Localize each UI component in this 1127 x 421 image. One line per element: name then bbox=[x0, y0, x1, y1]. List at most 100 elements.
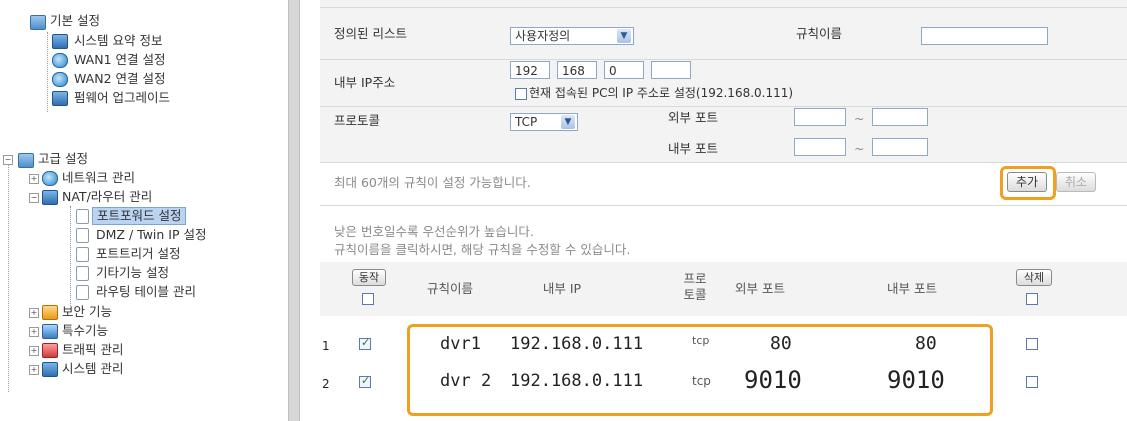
sidebar-item-label: 기타기능 설정 bbox=[96, 265, 169, 280]
priority-note: 낮은 번호일수록 우선순위가 높습니다. bbox=[334, 224, 534, 239]
chevron-down-icon: ▼ bbox=[617, 29, 631, 43]
rule-internal-ip: 192.168.0.111 bbox=[510, 334, 644, 354]
sidebar-item-label-selected: 포트포워드 설정 bbox=[92, 207, 187, 225]
navigation-tree: 기본 설정 시스템 요약 정보 WAN1 연결 설정 WAN2 연결 설정 펌웨… bbox=[0, 0, 288, 421]
rule-internal-ip: 192.168.0.111 bbox=[510, 371, 644, 391]
separator bbox=[320, 59, 1127, 60]
column-header-name: 규칙이름 bbox=[426, 281, 473, 296]
tree-line bbox=[47, 32, 48, 112]
column-header-protocol-1: 프로 bbox=[683, 271, 707, 286]
page-icon bbox=[76, 285, 89, 300]
traffic-icon bbox=[42, 343, 58, 358]
column-header-external-port: 외부 포트 bbox=[735, 281, 785, 296]
rule-name-label: 규칙이름 bbox=[796, 26, 843, 41]
defined-list-label: 정의된 리스트 bbox=[334, 26, 407, 41]
cancel-button[interactable]: 취소 bbox=[1056, 172, 1096, 192]
sidebar-item-label: 라우팅 테이블 관리 bbox=[96, 284, 196, 299]
protocol-select[interactable]: TCP ▼ bbox=[510, 113, 578, 131]
external-port-end-input[interactable] bbox=[872, 108, 928, 126]
tree-line bbox=[70, 206, 71, 306]
column-header-ip: 내부 IP bbox=[542, 281, 582, 296]
page-icon bbox=[76, 266, 89, 281]
internal-port-label: 내부 포트 bbox=[668, 141, 718, 156]
ip-octet-4[interactable] bbox=[651, 61, 691, 79]
firmware-icon bbox=[52, 91, 68, 106]
folder-icon bbox=[18, 153, 34, 168]
separator bbox=[320, 162, 1127, 163]
defined-list-select[interactable]: 사용자정의 ▼ bbox=[510, 27, 634, 45]
page-icon bbox=[76, 209, 89, 224]
expand-toggle[interactable]: + bbox=[29, 346, 39, 356]
internal-port-start-input[interactable] bbox=[794, 138, 846, 156]
range-separator: ~ bbox=[854, 111, 865, 126]
external-port-start-input[interactable] bbox=[794, 108, 846, 126]
page-icon bbox=[76, 228, 89, 243]
sidebar-item-label: 네트워크 관리 bbox=[62, 170, 135, 185]
delete-all-checkbox[interactable] bbox=[1026, 293, 1038, 305]
special-function-icon bbox=[42, 324, 58, 339]
sidebar-item-label: DMZ / Twin IP 설정 bbox=[96, 227, 207, 242]
sidebar-item-label: 특수기능 bbox=[62, 323, 109, 338]
ip-octet-2[interactable]: 168 bbox=[557, 61, 597, 79]
ip-octet-3[interactable]: 0 bbox=[604, 61, 644, 79]
sidebar-item-label: 보안 기능 bbox=[62, 304, 112, 319]
rule-external-port: 9010 bbox=[744, 366, 802, 394]
rule-external-port: 80 bbox=[770, 333, 792, 354]
tree-line bbox=[8, 160, 9, 392]
collapse-toggle[interactable]: − bbox=[3, 155, 13, 165]
sidebar-item-label: 시스템 관리 bbox=[62, 361, 124, 376]
form-background bbox=[320, 0, 1127, 162]
monitor-icon bbox=[52, 34, 68, 49]
collapse-toggle[interactable]: − bbox=[29, 193, 39, 203]
delete-button[interactable]: 삭제 bbox=[1016, 269, 1052, 286]
operate-all-button[interactable]: 동작 bbox=[352, 269, 386, 286]
tree-group-basic-label: 기본 설정 bbox=[50, 13, 100, 28]
tree-group-advanced-label: 고급 설정 bbox=[38, 151, 88, 166]
column-header-internal-port: 내부 포트 bbox=[887, 281, 937, 296]
sidebar-item-label: 포트트리거 설정 bbox=[96, 246, 181, 261]
row-number: 1 bbox=[322, 339, 330, 353]
select-all-checkbox[interactable] bbox=[362, 293, 374, 305]
expand-toggle[interactable]: + bbox=[29, 365, 39, 375]
use-current-pc-checkbox[interactable] bbox=[515, 88, 527, 100]
internal-port-end-input[interactable] bbox=[872, 138, 928, 156]
pane-divider[interactable] bbox=[288, 0, 300, 421]
ip-octet-1[interactable]: 192 bbox=[510, 61, 550, 79]
row-delete-checkbox[interactable] bbox=[1026, 338, 1038, 350]
network-icon bbox=[42, 171, 58, 186]
row-enable-checkbox[interactable] bbox=[359, 374, 371, 388]
router-icon bbox=[42, 190, 58, 205]
internal-ip-label: 내부 IP주소 bbox=[334, 75, 396, 90]
rule-name-input[interactable] bbox=[921, 27, 1048, 45]
rule-internal-port: 9010 bbox=[887, 366, 945, 394]
expand-toggle[interactable]: + bbox=[29, 308, 39, 318]
use-current-pc-label: 현재 접속된 PC의 IP 주소로 설정(192.168.0.111) bbox=[529, 86, 794, 100]
globe-icon bbox=[52, 72, 68, 87]
rule-name-link[interactable]: dvr1 bbox=[440, 334, 481, 354]
rule-protocol: tcp bbox=[692, 334, 710, 347]
range-separator: ~ bbox=[854, 141, 865, 156]
rule-protocol: tcp bbox=[692, 374, 711, 388]
separator bbox=[320, 205, 1127, 206]
edit-note: 규칙이름을 클릭하시면, 해당 규칙을 수정할 수 있습니다. bbox=[334, 242, 631, 257]
sidebar-item-label: 펌웨어 업그레이드 bbox=[74, 90, 170, 105]
page-icon bbox=[76, 247, 89, 262]
external-port-label: 외부 포트 bbox=[668, 110, 718, 125]
protocol-value: TCP bbox=[515, 115, 538, 129]
add-button[interactable]: 추가 bbox=[1007, 172, 1047, 192]
sidebar-item-label: 트래픽 관리 bbox=[62, 342, 124, 357]
folder-icon bbox=[30, 15, 46, 30]
column-header-protocol-2: 토콜 bbox=[683, 287, 707, 302]
protocol-label: 프로토콜 bbox=[334, 113, 381, 128]
expand-toggle[interactable]: + bbox=[29, 327, 39, 337]
sidebar-item-label: NAT/라우터 관리 bbox=[62, 189, 153, 204]
expand-toggle[interactable]: + bbox=[29, 174, 39, 184]
separator bbox=[320, 106, 1127, 107]
row-enable-checkbox[interactable] bbox=[359, 336, 371, 350]
sidebar-item-label: 시스템 요약 정보 bbox=[74, 33, 163, 48]
globe-icon bbox=[52, 53, 68, 68]
separator bbox=[320, 7, 1127, 8]
row-delete-checkbox[interactable] bbox=[1026, 376, 1038, 388]
rule-name-link[interactable]: dvr 2 bbox=[440, 371, 491, 391]
row-number: 2 bbox=[322, 377, 330, 391]
